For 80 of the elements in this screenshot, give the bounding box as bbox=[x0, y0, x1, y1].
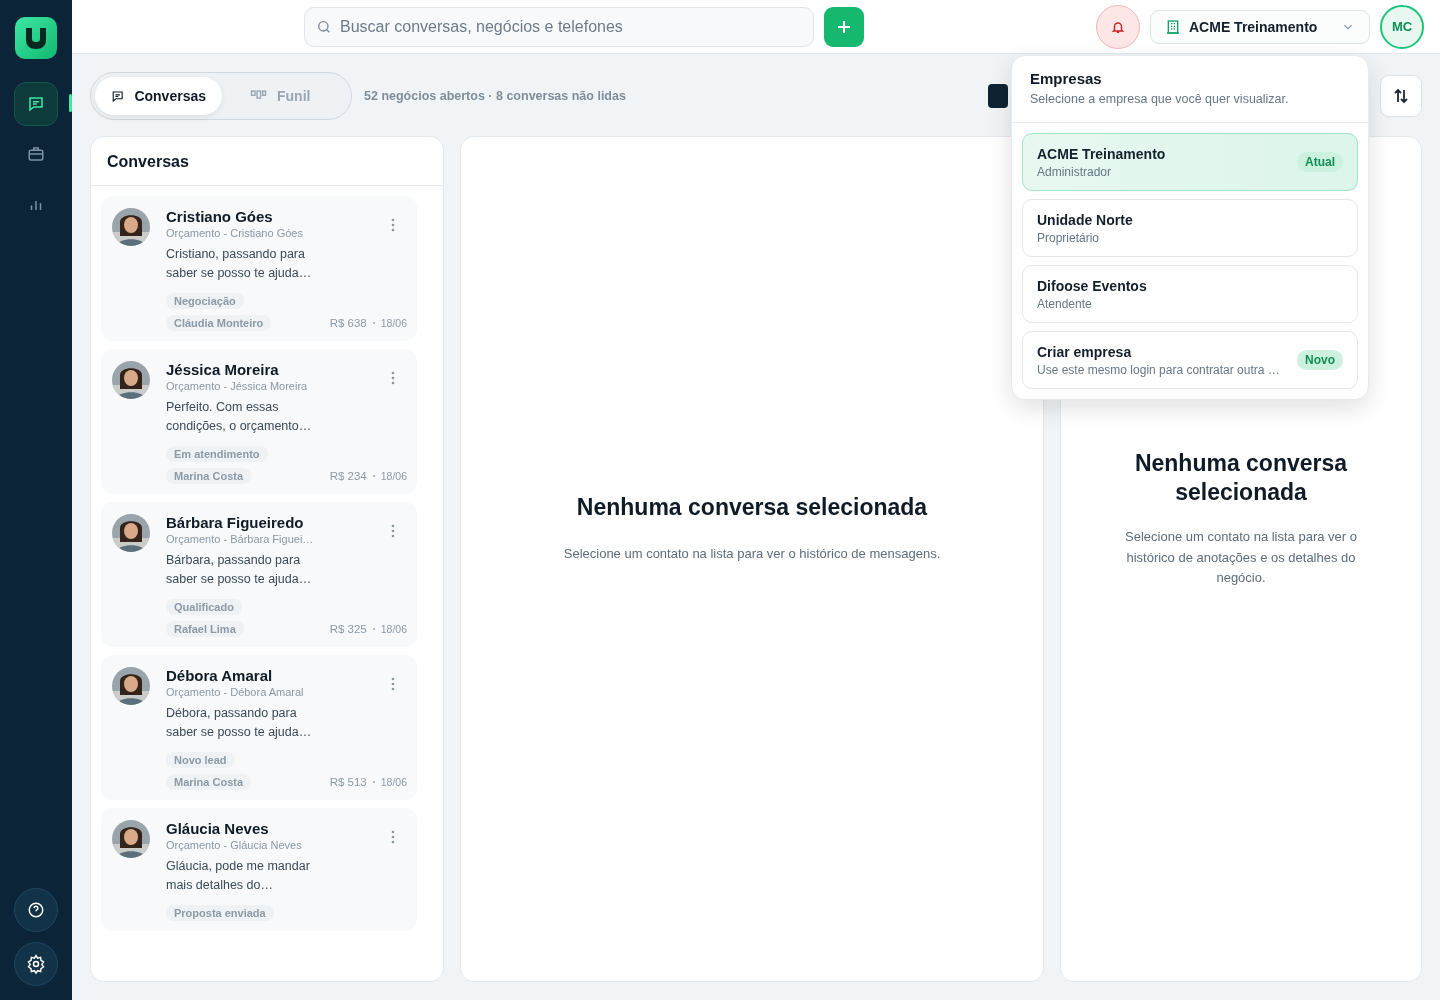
message-preview: Gláucia, pode me mandar mais detalhes do… bbox=[166, 858, 311, 894]
more-icon[interactable] bbox=[391, 524, 395, 538]
chat-nav-icon[interactable] bbox=[14, 82, 58, 126]
date-text: 18/06 bbox=[380, 470, 407, 482]
panel-title: Conversas bbox=[91, 137, 443, 186]
conversation-card[interactable]: Débora Amaral Orçamento - Débora Amaral Débora, passando para saber se posso te ajuda… Novo lead Marina Costa R$ 513 18/06 bbox=[101, 655, 417, 800]
building-icon bbox=[1165, 18, 1181, 35]
deal-title: Orçamento - Jéssica Moreira bbox=[166, 380, 309, 392]
contact-name: Jéssica Moreira bbox=[166, 361, 280, 378]
message-preview: Perfeito. Com essas condições, o orçamento… bbox=[166, 399, 313, 435]
deal-title: Orçamento - Gláucia Neves bbox=[166, 839, 303, 851]
stage-tag: Novo lead bbox=[166, 752, 235, 768]
menu-subtitle: Selecione a empresa que você quer visualizar. bbox=[1030, 92, 1290, 106]
conversation-card[interactable]: Jéssica Moreira Orçamento - Jéssica Moreira Perfeito. Com essas condições, o orçamento… Em atendimento Marina Costa R$ 234 18/06 bbox=[101, 349, 417, 494]
deal-title: Orçamento - Bárbara Figuei… bbox=[166, 533, 315, 545]
message-preview: Cristiano, passando para saber se posso te ajuda… bbox=[166, 246, 313, 282]
owner-tag: Marina Costa bbox=[166, 774, 252, 790]
active-indicator bbox=[69, 94, 72, 112]
deal-title: Orçamento - Débora Amaral bbox=[166, 686, 305, 698]
company-name: Unidade Norte bbox=[1037, 211, 1134, 228]
conversation-card[interactable]: Gláucia Neves Orçamento - Gláucia Neves Gláucia, pode me mandar mais detalhes do… Proposta enviada bbox=[101, 808, 417, 931]
message-preview: Débora, passando para saber se posso te ajuda… bbox=[166, 705, 313, 741]
stage-tag: Em atendimento bbox=[166, 446, 268, 462]
contact-name: Débora Amaral bbox=[166, 667, 274, 684]
plus-icon bbox=[836, 18, 852, 35]
user-avatar[interactable]: MC bbox=[1380, 4, 1424, 49]
deal-value: R$ 234 bbox=[329, 470, 367, 482]
filter-tab[interactable] bbox=[988, 84, 1008, 108]
company-name: Difoose Eventos bbox=[1037, 277, 1148, 294]
sort-icon[interactable] bbox=[1380, 75, 1422, 117]
empty-text: Selecione um contato na lista para ver o histórico de anotações e os detalhes do negócio. bbox=[1124, 528, 1358, 588]
menu-title: Empresas bbox=[1030, 70, 1103, 87]
company-option[interactable]: Unidade Norte Proprietário bbox=[1022, 199, 1358, 257]
view-tab[interactable]: Conversas bbox=[95, 77, 222, 115]
add-button[interactable] bbox=[824, 6, 864, 47]
role-text: Atendente bbox=[1037, 296, 1093, 311]
empty-text: Selecione um contato na lista para ver o histórico de mensagens. bbox=[563, 545, 941, 564]
deal-value: R$ 513 bbox=[329, 776, 367, 788]
owner-tag: Cláudia Monteiro bbox=[166, 315, 272, 331]
deal-value: R$ 325 bbox=[329, 623, 367, 635]
date-text: 18/06 bbox=[380, 623, 407, 635]
more-icon[interactable] bbox=[391, 371, 395, 385]
role-text: Administrador bbox=[1037, 164, 1113, 179]
message-preview: Bárbara, passando para saber se posso te ajuda… bbox=[166, 552, 313, 588]
search-icon bbox=[316, 18, 332, 35]
contact-name: Gláucia Neves bbox=[166, 820, 270, 837]
status-badge: Atual bbox=[1297, 152, 1343, 172]
role-text: Use este mesmo login para contratar outra … bbox=[1037, 362, 1281, 377]
conversation-card[interactable]: Cristiano Góes Orçamento - Cristiano Góes Cristiano, passando para saber se posso te ajuda… Negociação Cláudia Monteiro R$ 638 18/06 bbox=[101, 196, 417, 341]
deal-title: Orçamento - Cristiano Góes bbox=[166, 227, 304, 239]
more-icon[interactable] bbox=[391, 218, 395, 232]
stage-tag: Proposta enviada bbox=[166, 905, 274, 921]
company-option[interactable]: Criar empresa Use este mesmo login para contratar outra … Novo bbox=[1022, 331, 1358, 389]
owner-tag: Marina Costa bbox=[166, 468, 252, 484]
owner-tag: Rafael Lima bbox=[166, 621, 244, 637]
status-badge: Novo bbox=[1297, 350, 1343, 370]
company-name: Criar empresa bbox=[1037, 343, 1133, 360]
stage-tag: Negociação bbox=[166, 293, 244, 309]
help-icon[interactable] bbox=[14, 888, 58, 932]
company-select[interactable]: ACME Treinamento bbox=[1150, 9, 1370, 44]
stage-tag: Qualificado bbox=[166, 599, 242, 615]
deal-value: R$ 638 bbox=[329, 317, 367, 329]
date-text: 18/06 bbox=[380, 317, 407, 329]
bell-icon[interactable] bbox=[1096, 4, 1140, 49]
logo-icon bbox=[15, 17, 57, 59]
conversation-card[interactable]: Bárbara Figueiredo Orçamento - Bárbara Figuei… Bárbara, passando para saber se posso te ajuda… Qualificado Rafael Lima R$ 325 18/06 bbox=[101, 502, 417, 647]
search-field[interactable]: Buscar conversas, negócios e telefones bbox=[304, 6, 814, 47]
contact-name: Cristiano Góes bbox=[166, 208, 274, 225]
more-icon[interactable] bbox=[391, 677, 395, 691]
role-text: Proprietário bbox=[1037, 230, 1101, 245]
empty-title: Nenhuma conversa selecionada bbox=[576, 493, 928, 523]
company-option[interactable]: Difoose Eventos Atendente bbox=[1022, 265, 1358, 323]
company-name: ACME Treinamento bbox=[1037, 145, 1167, 162]
contact-name: Bárbara Figueiredo bbox=[166, 514, 305, 531]
company-option[interactable]: ACME Treinamento Administrador Atual bbox=[1022, 133, 1358, 191]
summary-text: 52 negócios abertos · 8 conversas não lidas bbox=[364, 89, 626, 103]
more-icon[interactable] bbox=[391, 830, 395, 844]
empty-title: Nenhuma conversa selecionada bbox=[1133, 449, 1349, 508]
settings-icon[interactable] bbox=[14, 942, 58, 986]
date-text: 18/06 bbox=[380, 776, 407, 788]
